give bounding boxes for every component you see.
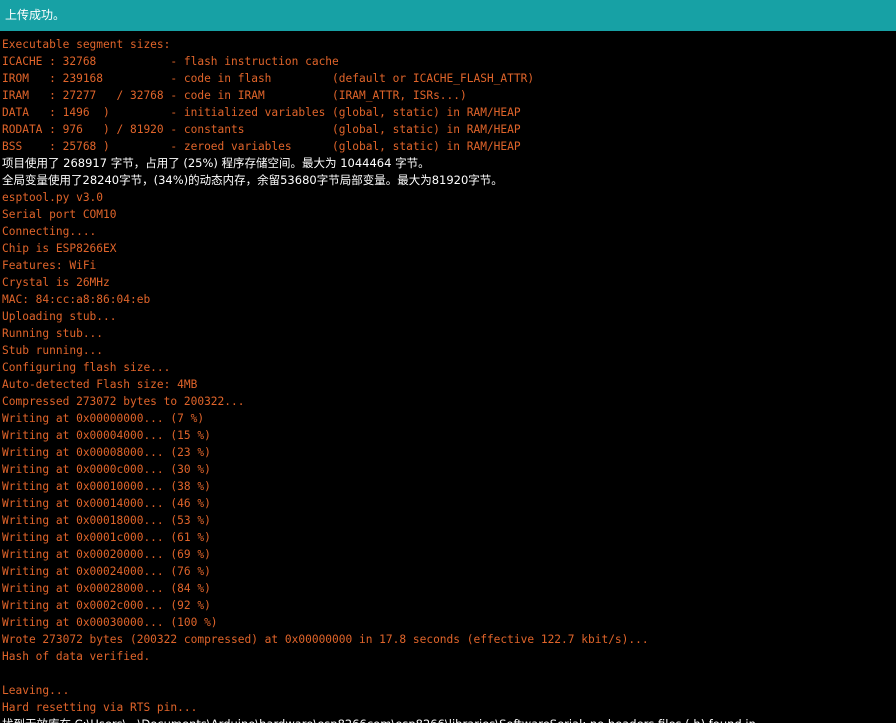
console-line: Writing at 0x00010000... (38 %) — [2, 480, 211, 493]
console-line: Crystal is 26MHz — [2, 276, 110, 289]
console-line: BSS : 25768 ) - zeroed variables (global… — [2, 140, 521, 153]
console-line: Uploading stub... — [2, 310, 117, 323]
console-line: Configuring flash size... — [2, 361, 171, 374]
status-message: 上传成功。 — [5, 8, 66, 22]
console-line: Writing at 0x0000c000... (30 %) — [2, 463, 211, 476]
console-line: Hash of data verified. — [2, 650, 151, 663]
console-line: Writing at 0x0002c000... (92 %) — [2, 599, 211, 612]
console-line: Compressed 273072 bytes to 200322... — [2, 395, 245, 408]
console-line: Running stub... — [2, 327, 104, 340]
console-line: IROM : 239168 - code in flash (default o… — [2, 72, 535, 85]
console-line: Stub running... — [2, 344, 104, 357]
console-line: Auto-detected Flash size: 4MB — [2, 378, 198, 391]
console-line: MAC: 84:cc:a8:86:04:eb — [2, 293, 151, 306]
console-line: 全局变量使用了28240字节，(34%)的动态内存，余留53680字节局部变量。… — [2, 173, 503, 187]
console-line: esptool.py v3.0 — [2, 191, 104, 204]
console-line: Writing at 0x00004000... (15 %) — [2, 429, 211, 442]
console-line: Executable segment sizes: — [2, 38, 171, 51]
console-line: Wrote 273072 bytes (200322 compressed) a… — [2, 633, 649, 646]
console-line: Chip is ESP8266EX — [2, 242, 117, 255]
console-line: RODATA : 976 ) / 81920 - constants (glob… — [2, 123, 521, 136]
upload-status-bar: 上传成功。 — [0, 0, 896, 31]
console-line: Writing at 0x00024000... (76 %) — [2, 565, 211, 578]
console-line: Features: WiFi — [2, 259, 97, 272]
console-line: 找到无效库在 C:\Users\...\Documents\Arduino\ha… — [2, 716, 756, 723]
console-lines: Executable segment sizes: ICACHE : 32768 … — [2, 36, 756, 723]
console-line: Writing at 0x00020000... (69 %) — [2, 548, 211, 561]
console-line: DATA : 1496 ) - initialized variables (g… — [2, 106, 521, 119]
console-line: Leaving... — [2, 684, 70, 697]
console-line: Writing at 0x00028000... (84 %) — [2, 582, 211, 595]
console-line: Writing at 0x00030000... (100 %) — [2, 616, 218, 629]
console-line: Writing at 0x00018000... (53 %) — [2, 514, 211, 527]
console-line: Connecting.... — [2, 225, 97, 238]
console-line: 项目使用了 268917 字节，占用了 (25%) 程序存储空间。最大为 104… — [2, 156, 430, 170]
console-line: Writing at 0x0001c000... (61 %) — [2, 531, 211, 544]
console-line: IRAM : 27277 / 32768 - code in IRAM (IRA… — [2, 89, 467, 102]
console-output-panel[interactable]: Executable segment sizes: ICACHE : 32768 … — [0, 31, 896, 723]
console-line: Writing at 0x00014000... (46 %) — [2, 497, 211, 510]
console-line: ICACHE : 32768 - flash instruction cache — [2, 55, 339, 68]
console-line: Hard resetting via RTS pin... — [2, 701, 198, 714]
console-line: Serial port COM10 — [2, 208, 117, 221]
console-line: Writing at 0x00008000... (23 %) — [2, 446, 211, 459]
console-line: Writing at 0x00000000... (7 %) — [2, 412, 205, 425]
